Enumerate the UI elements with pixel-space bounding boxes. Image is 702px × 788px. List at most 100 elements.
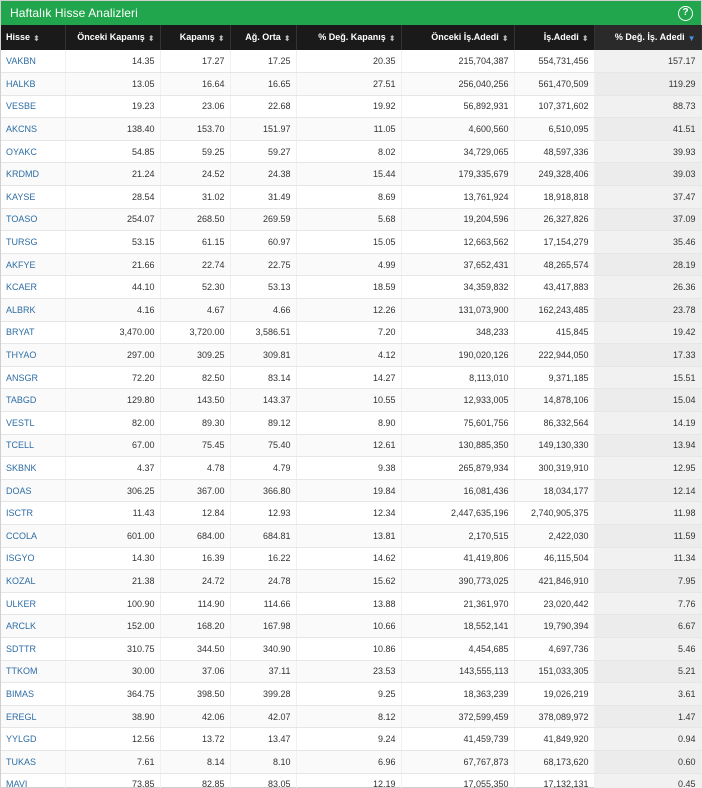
stock-symbol-link[interactable]: ULKER — [6, 599, 36, 609]
symbol-cell: THYAO — [1, 343, 66, 367]
table-row: ANSGR 72.20 82.50 83.14 14.27 8,113,010 9,371,… — [1, 366, 702, 390]
stock-symbol-link[interactable]: TCELL — [6, 440, 34, 450]
stock-symbol-link[interactable]: KRDMD — [6, 169, 39, 179]
column-header-7[interactable]: % Değ. İş. Adedi ▼ — [594, 25, 702, 50]
symbol-cell: AKFYE — [1, 253, 66, 277]
value-cell: 52.30 — [160, 275, 231, 300]
value-cell: 27.51 — [296, 72, 402, 96]
sort-icon[interactable]: ⬍ — [148, 34, 155, 43]
stock-symbol-link[interactable]: BIMAS — [6, 689, 34, 699]
value-cell: 9,371,185 — [514, 366, 595, 390]
value-cell: 23,020,442 — [514, 592, 595, 616]
stock-symbol-link[interactable]: ALBRK — [6, 305, 36, 315]
value-cell: 11.59 — [594, 524, 702, 548]
stock-symbol-link[interactable]: CCOLA — [6, 531, 37, 541]
sort-icon[interactable]: ⬍ — [502, 34, 509, 43]
stock-symbol-link[interactable]: TTKOM — [6, 666, 38, 676]
stock-symbol-link[interactable]: TURSG — [6, 237, 38, 247]
value-cell: 5.46 — [594, 637, 702, 661]
stock-symbol-link[interactable]: KOZAL — [6, 576, 36, 586]
value-cell: 41,849,920 — [514, 727, 595, 751]
value-cell: 22.68 — [230, 95, 297, 119]
value-cell: 6,510,095 — [514, 117, 595, 141]
stock-symbol-link[interactable]: VESBE — [6, 101, 36, 111]
stock-symbol-link[interactable]: BRYAT — [6, 327, 35, 337]
value-cell: 7.95 — [594, 569, 702, 593]
column-header-3[interactable]: Ağ. Orta ⬍ — [230, 25, 297, 50]
value-cell: 1.47 — [594, 705, 702, 729]
value-cell: 59.27 — [230, 140, 297, 164]
value-cell: 4.16 — [65, 298, 161, 322]
column-header-5[interactable]: Önceki İş.Adedi ⬍ — [401, 25, 515, 50]
value-cell: 364.75 — [65, 682, 161, 706]
stock-symbol-link[interactable]: YYLGD — [6, 734, 37, 744]
stock-symbol-link[interactable]: DOAS — [6, 486, 32, 496]
stock-symbol-link[interactable]: TUKAS — [6, 757, 36, 767]
symbol-cell: TCELL — [1, 434, 66, 458]
value-cell: 4.79 — [230, 456, 297, 480]
value-cell: 162,243,485 — [514, 298, 595, 322]
stock-symbol-link[interactable]: TABGD — [6, 395, 36, 405]
help-icon[interactable]: ? — [678, 5, 693, 21]
stock-symbol-link[interactable]: ANSGR — [6, 373, 38, 383]
stock-symbol-link[interactable]: EREGL — [6, 712, 37, 722]
value-cell: 684.00 — [160, 524, 231, 548]
value-cell: 149,130,330 — [514, 434, 595, 458]
value-cell: 4.12 — [296, 343, 402, 367]
stock-symbol-link[interactable]: ISCTR — [6, 508, 33, 518]
value-cell: 30.00 — [65, 660, 161, 684]
column-header-0[interactable]: Hisse ⬍ — [1, 25, 66, 50]
symbol-cell: TTKOM — [1, 660, 66, 684]
stock-symbol-link[interactable]: ISGYO — [6, 553, 35, 563]
stock-symbol-link[interactable]: OYAKC — [6, 147, 37, 157]
stock-symbol-link[interactable]: VAKBN — [6, 56, 36, 66]
value-cell: 19.42 — [594, 321, 702, 345]
sort-icon[interactable]: ⬍ — [582, 34, 589, 43]
symbol-cell: TURSG — [1, 230, 66, 254]
table-row: KCAER 44.10 52.30 53.13 18.59 34,359,832 43,41… — [1, 275, 702, 300]
stock-symbol-link[interactable]: KCAER — [6, 282, 37, 292]
column-header-2[interactable]: Kapanış ⬍ — [160, 25, 231, 50]
value-cell: 56,892,931 — [401, 95, 515, 119]
value-cell: 16.22 — [230, 547, 297, 571]
table-row: TABGD 129.80 143.50 143.37 10.55 12,933,005 14… — [1, 388, 702, 412]
table-row: KRDMD 21.24 24.52 24.38 15.44 179,335,679 249,… — [1, 162, 702, 187]
value-cell: 367.00 — [160, 479, 231, 503]
symbol-cell: SKBNK — [1, 456, 66, 480]
sort-icon[interactable]: ⬍ — [389, 34, 396, 43]
sort-icon[interactable]: ⬍ — [284, 34, 291, 43]
stock-symbol-link[interactable]: TOASO — [6, 214, 37, 224]
stock-symbol-link[interactable]: HALKB — [6, 79, 36, 89]
column-header-4[interactable]: % Değ. Kapanış ⬍ — [296, 25, 402, 50]
column-header-1[interactable]: Önceki Kapanış ⬍ — [65, 25, 161, 50]
stock-symbol-link[interactable]: SKBNK — [6, 463, 37, 473]
sort-icon[interactable]: ⬍ — [218, 34, 225, 43]
value-cell: 11.05 — [296, 117, 402, 141]
value-cell: 23.06 — [160, 95, 231, 119]
value-cell: 269.59 — [230, 208, 297, 232]
value-cell: 44.10 — [65, 275, 161, 300]
panel-title: Haftalık Hisse Analizleri — [10, 6, 138, 20]
value-cell: 268.50 — [160, 208, 231, 232]
stock-symbol-link[interactable]: THYAO — [6, 350, 36, 360]
stock-symbol-link[interactable]: VESTL — [6, 418, 35, 428]
table-row: KOZAL 21.38 24.72 24.78 15.62 390,773,025 421,… — [1, 569, 702, 593]
column-header-6[interactable]: İş.Adedi ⬍ — [514, 25, 595, 50]
stock-symbol-link[interactable]: SDTTR — [6, 644, 36, 654]
value-cell: 390,773,025 — [401, 569, 515, 593]
stock-symbol-link[interactable]: KAYSE — [6, 192, 35, 202]
stock-symbol-link[interactable]: ARCLK — [6, 621, 36, 631]
stock-symbol-link[interactable]: AKCNS — [6, 124, 37, 134]
sort-desc-icon[interactable]: ▼ — [688, 34, 696, 43]
value-cell: 119.29 — [594, 72, 702, 96]
value-cell: 249,328,406 — [514, 162, 595, 187]
value-cell: 2,422,030 — [514, 524, 595, 548]
sort-icon[interactable]: ⬍ — [33, 34, 40, 43]
value-cell: 7.76 — [594, 592, 702, 616]
stock-symbol-link[interactable]: MAVI — [6, 779, 27, 788]
value-cell: 13.88 — [296, 592, 402, 616]
value-cell: 19,204,596 — [401, 208, 515, 232]
value-cell: 151,033,305 — [514, 660, 595, 684]
symbol-cell: KRDMD — [1, 162, 66, 187]
stock-symbol-link[interactable]: AKFYE — [6, 260, 36, 270]
